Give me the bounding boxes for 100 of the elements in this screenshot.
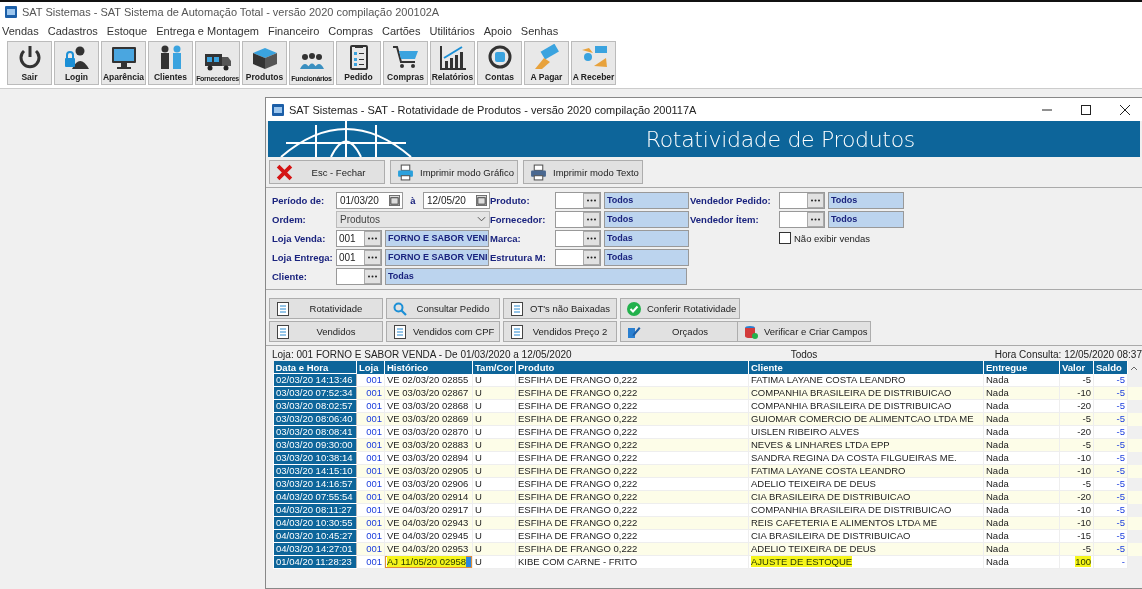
- lookup-value: Todas: [385, 267, 687, 285]
- lookup-value: FORNO E SABOR VENI: [385, 229, 489, 247]
- action-button[interactable]: Verificar e Criar Campos: [737, 321, 871, 342]
- field-label: Vendedor Ítem:: [690, 213, 760, 225]
- column-header[interactable]: Valor: [1059, 361, 1094, 374]
- field-label: Estrutura M:: [490, 251, 547, 263]
- toolbar-button[interactable]: Relatórios: [430, 41, 475, 85]
- scroll-up-icon[interactable]: [1130, 365, 1138, 371]
- lookup-button[interactable]: [807, 192, 824, 208]
- toolbar-button[interactable]: Pedido: [336, 41, 381, 85]
- field-label: Fornecedor:: [490, 213, 547, 225]
- lookup-value: Todas: [604, 248, 689, 266]
- toolbar-button[interactable]: Clientes: [148, 41, 193, 85]
- lookup-button[interactable]: [807, 211, 824, 227]
- menu-item[interactable]: Compras: [328, 24, 373, 37]
- toolbar-button[interactable]: Compras: [383, 41, 428, 85]
- code-field[interactable]: [555, 191, 601, 209]
- field-label: Período de:: [272, 194, 326, 206]
- toolbar-button[interactable]: Sair: [7, 41, 52, 85]
- toolbar-button[interactable]: Imprimir modo Gráfico: [390, 160, 518, 184]
- action-button[interactable]: Consultar Pedido: [386, 298, 500, 319]
- power-icon: [19, 46, 40, 69]
- team-icon: [299, 53, 324, 69]
- lookup-value: Todas: [604, 229, 689, 247]
- app-logo-icon: [272, 103, 284, 116]
- code-field[interactable]: [555, 248, 601, 266]
- lookup-button[interactable]: [583, 192, 600, 208]
- menu-item[interactable]: Cadastros: [47, 24, 98, 37]
- menu-item[interactable]: Senhas: [520, 24, 559, 37]
- column-header[interactable]: Data e Hora: [273, 361, 357, 374]
- lookup-button[interactable]: [364, 268, 381, 284]
- query-time: Hora Consulta: 12/05/2020 08:37: [994, 349, 1142, 360]
- field-label: Marca:: [490, 232, 522, 244]
- lookup-button[interactable]: [583, 249, 600, 265]
- lookup-value: Todos: [604, 210, 689, 228]
- code-field[interactable]: 001: [336, 229, 382, 247]
- action-button[interactable]: OT's não Baixadas: [503, 298, 617, 319]
- order-dropdown[interactable]: Produtos: [336, 210, 490, 228]
- toolbar-button[interactable]: Login: [54, 41, 99, 85]
- ellipsis-icon: [367, 255, 378, 259]
- list-icon: [276, 324, 290, 339]
- action-button[interactable]: Orçados: [620, 321, 740, 342]
- lookup-value: Todos: [604, 191, 689, 209]
- menu-item[interactable]: Apoio: [483, 24, 512, 37]
- column-header[interactable]: Entregue: [983, 361, 1060, 374]
- column-header[interactable]: Saldo: [1093, 361, 1128, 374]
- code-field[interactable]: [555, 210, 601, 228]
- action-button[interactable]: Vendidos Preço 2: [503, 321, 617, 342]
- toolbar-button[interactable]: A Pagar: [524, 41, 569, 85]
- toolbar-button[interactable]: Contas: [477, 41, 522, 85]
- checkbox[interactable]: [779, 232, 791, 244]
- toolbar-button[interactable]: Esc - Fechar: [269, 160, 385, 184]
- action-button[interactable]: Vendidos: [269, 321, 383, 342]
- field-label: à: [409, 194, 417, 206]
- code-field[interactable]: [779, 210, 825, 228]
- menu-item[interactable]: Utilitários: [429, 24, 475, 37]
- maximize-icon[interactable]: [1081, 104, 1091, 115]
- query-summary: Loja: 001 FORNO E SABOR VENDA - De 01/03/2020 a 12/05/2020: [272, 349, 572, 360]
- menu-item[interactable]: Entrega e Montagem: [156, 24, 259, 37]
- monitor-icon: [111, 47, 136, 69]
- toolbar-button[interactable]: Imprimir modo Texto: [523, 160, 643, 184]
- column-header[interactable]: Produto: [515, 361, 749, 374]
- people-icon: [160, 45, 181, 69]
- toolbar-button[interactable]: Produtos: [242, 41, 287, 85]
- menu-item[interactable]: Vendas: [2, 24, 39, 37]
- user-lock-icon: [64, 46, 89, 69]
- action-button[interactable]: Rotatividade: [269, 298, 383, 319]
- ellipsis-icon: [367, 274, 378, 278]
- toolbar-button[interactable]: Aparência: [101, 41, 146, 85]
- column-header[interactable]: Histórico: [384, 361, 473, 374]
- action-button[interactable]: Conferir Rotatividade: [620, 298, 740, 319]
- menu-item[interactable]: Estoque: [106, 24, 148, 37]
- code-field[interactable]: 001: [336, 248, 382, 266]
- ellipsis-icon: [586, 217, 597, 221]
- cart-icon: [391, 46, 418, 68]
- close-icon[interactable]: [1120, 104, 1130, 115]
- calendar-icon[interactable]: [389, 194, 400, 206]
- lookup-button[interactable]: [583, 230, 600, 246]
- calendar-icon[interactable]: [476, 194, 487, 206]
- lookup-button[interactable]: [583, 211, 600, 227]
- date-field[interactable]: 01/03/20: [336, 191, 403, 209]
- code-field[interactable]: [779, 191, 825, 209]
- printer-icon: [530, 163, 547, 181]
- code-field[interactable]: [555, 229, 601, 247]
- column-header[interactable]: Tam/Cor: [472, 361, 516, 374]
- action-button[interactable]: Vendidos com CPF: [386, 321, 500, 342]
- filter-summary: Todos: [790, 349, 818, 360]
- list-icon: [276, 301, 290, 316]
- menu-item[interactable]: Financeiro: [267, 24, 320, 37]
- menu-item[interactable]: Cartões: [381, 24, 421, 37]
- lookup-button[interactable]: [364, 230, 381, 246]
- lookup-button[interactable]: [364, 249, 381, 265]
- app-logo-icon: [5, 6, 17, 18]
- banner-title: Rotatividade de Produtos: [645, 126, 915, 152]
- column-header[interactable]: Loja: [356, 361, 385, 374]
- toolbar-button[interactable]: A Receber: [571, 41, 616, 85]
- code-field[interactable]: [336, 267, 382, 285]
- bar-chart-icon: [439, 45, 467, 70]
- column-header[interactable]: Cliente: [748, 361, 984, 374]
- date-field[interactable]: 12/05/20: [423, 191, 490, 209]
